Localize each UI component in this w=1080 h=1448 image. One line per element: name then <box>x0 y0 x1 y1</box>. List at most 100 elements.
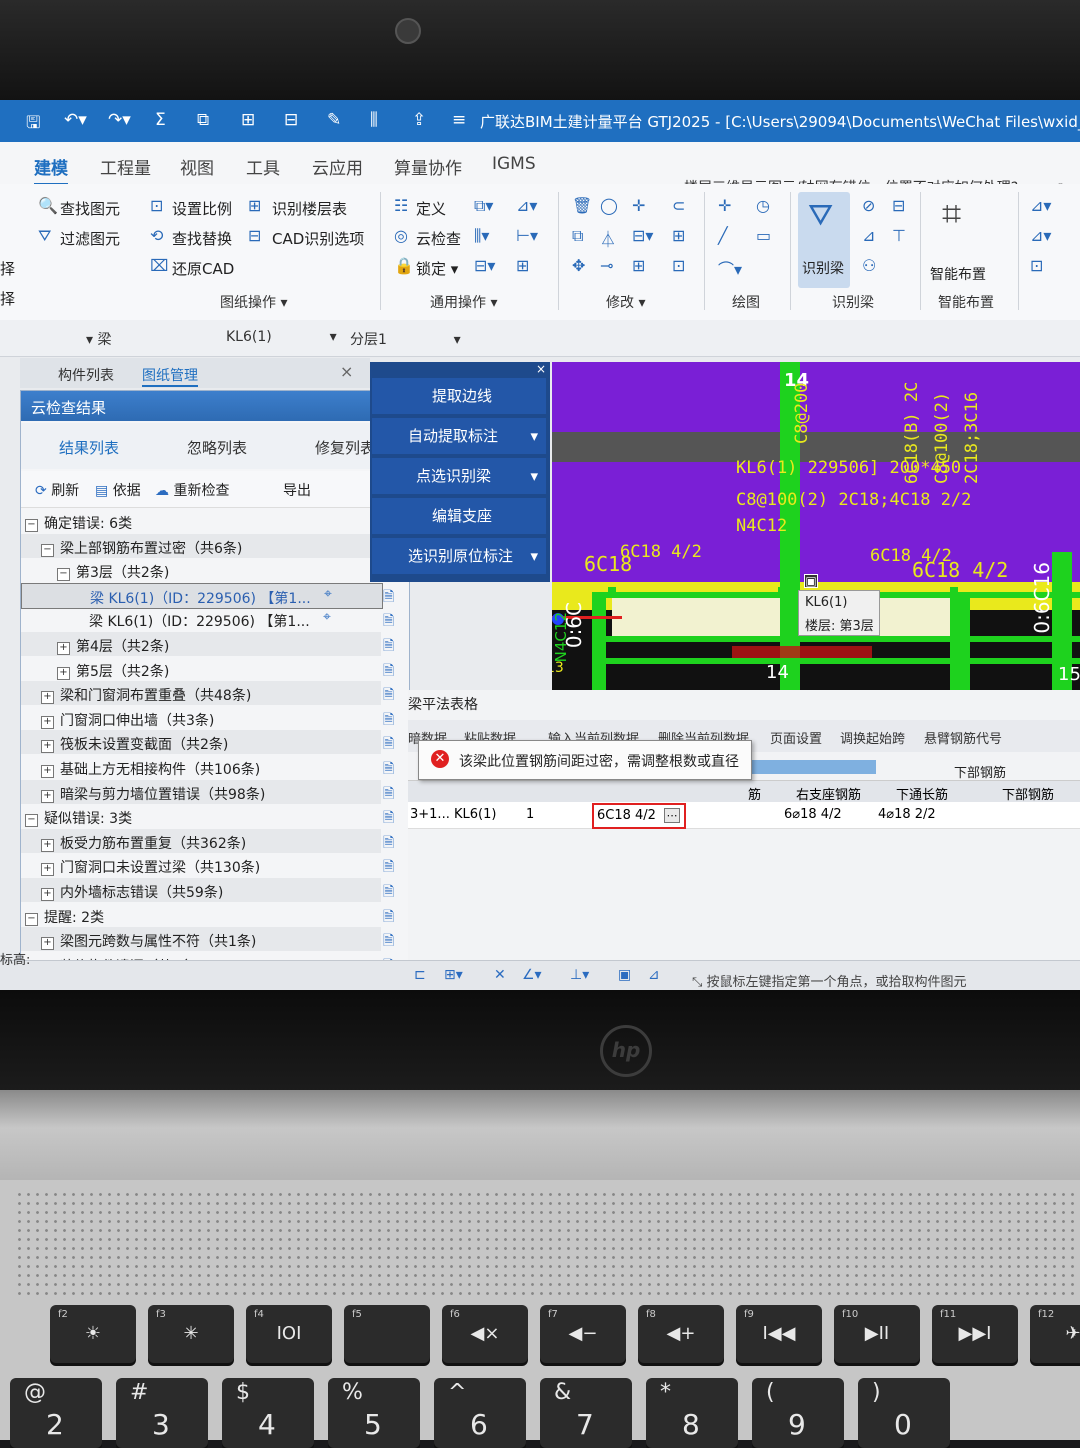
expand-icon[interactable]: + <box>41 765 54 778</box>
recognize-sub-icon[interactable]: ⊘ <box>862 196 875 215</box>
function-key[interactable]: f5 <box>344 1305 430 1363</box>
function-key[interactable]: f8 ◀+ <box>638 1305 724 1363</box>
expand-icon[interactable]: + <box>41 937 54 951</box>
tab-collab[interactable]: 算量协作 <box>394 154 462 179</box>
tree-item[interactable]: − 第3层（共2条) <box>21 558 381 582</box>
expand-icon[interactable]: + <box>41 715 54 729</box>
merge-icon[interactable]: ⊞ <box>632 256 645 275</box>
batch-icon[interactable]: ⊞ <box>516 256 529 275</box>
restore-cad-button[interactable]: 还原CAD <box>172 258 234 279</box>
auto-extract-label-button[interactable]: 自动提取标注 ▾ <box>372 418 546 454</box>
tree-item[interactable]: + 门窗洞口未设置过梁（共130条) <box>21 853 381 877</box>
expand-icon[interactable]: + <box>41 740 54 754</box>
define-button[interactable]: 定义 <box>416 198 446 219</box>
filter-element-button[interactable]: 过滤图元 <box>60 228 120 249</box>
undo-icon[interactable]: ↶▾ <box>64 110 87 130</box>
number-key[interactable]: (9 <box>752 1378 844 1448</box>
ruler-icon[interactable]: ⫼ <box>370 110 378 130</box>
document-icon[interactable]: 🗎 <box>383 635 399 654</box>
number-key[interactable]: @2 <box>10 1378 102 1448</box>
tree-item[interactable]: + 第5层（共2条) <box>21 657 381 681</box>
extend-icon[interactable]: ✛ <box>632 196 645 215</box>
number-key[interactable]: % 5 <box>328 1378 420 1448</box>
find-element-button[interactable]: 查找图元 <box>60 198 120 219</box>
group-smart-layout[interactable]: 智能布置 <box>938 292 994 312</box>
expand-icon[interactable]: + <box>41 838 54 852</box>
type-dropdown[interactable]: ▾ 梁 <box>86 329 111 349</box>
document-icon[interactable]: 🗎 <box>383 733 399 752</box>
move-icon[interactable]: ✥ <box>572 256 585 275</box>
tab-drawing-manage[interactable]: 图纸管理 <box>142 365 198 387</box>
pen-icon[interactable]: ✎ <box>327 110 341 130</box>
expand-icon[interactable]: + <box>41 789 54 803</box>
table-row[interactable]: 3+1... KL6(1) 1 6C18 4/2 ⋯ 6⌀18 4/2 4⌀18… <box>408 802 1080 829</box>
stretch-icon[interactable]: ⊡ <box>672 256 685 275</box>
document-icon[interactable]: 🗎 <box>383 684 399 703</box>
snap-icon[interactable]: ⊞▾ <box>444 967 463 983</box>
close-icon[interactable]: × <box>340 362 353 381</box>
tab-quantity[interactable]: 工程量 <box>100 154 151 179</box>
number-key[interactable]: & 7 <box>540 1378 632 1448</box>
smart-layout-icon[interactable]: ⌗ <box>942 194 961 234</box>
tab-component-list[interactable]: 构件列表 <box>58 365 114 385</box>
find-replace-button[interactable]: 查找替换 <box>172 228 232 249</box>
page-setup-button[interactable]: 页面设置 <box>770 728 822 747</box>
error-cell[interactable]: 6C18 4/2 ⋯ <box>592 803 686 829</box>
tab-ignore-list[interactable]: 忽略列表 <box>187 437 247 458</box>
number-key[interactable]: ) 0 <box>858 1378 950 1448</box>
extra-icon[interactable]: ⊡ <box>1030 256 1043 275</box>
export-icon[interactable]: ⇪ <box>412 110 426 130</box>
document-icon[interactable]: 🗎 <box>383 610 399 629</box>
ortho-icon[interactable]: ⊏ <box>414 967 426 983</box>
number-key[interactable]: $4 <box>222 1378 314 1448</box>
component-dropdown[interactable]: KL6(1) ▾ <box>226 329 337 345</box>
expand-icon[interactable]: + <box>57 666 70 680</box>
recognize-table-icon[interactable]: ⊟ <box>892 196 905 215</box>
cad-options-button[interactable]: CAD识别选项 <box>272 228 364 249</box>
tree-item[interactable]: + 梁和门窗洞布置重叠（共48条) <box>21 681 381 706</box>
collapse-icon[interactable]: − <box>25 912 38 926</box>
document-icon[interactable]: 🗎 <box>383 856 399 875</box>
expand-icon[interactable]: + <box>41 888 54 901</box>
grid-icon[interactable]: ⊞ <box>241 110 255 130</box>
expand-icon[interactable]: + <box>57 642 70 655</box>
function-key[interactable]: f12 ✈ <box>1030 1305 1080 1363</box>
tab-tools[interactable]: 工具 <box>246 154 280 179</box>
delete-icon[interactable]: 🗑 <box>572 196 592 215</box>
tree-item[interactable]: + 内外墙标志错误（共59条) <box>21 878 381 902</box>
function-key[interactable]: f2 ☀ <box>50 1305 136 1363</box>
group-drawing-ops[interactable]: 图纸操作 ▾ <box>220 292 287 312</box>
rotate-icon[interactable]: ◯ <box>600 196 618 215</box>
select-grip-icon[interactable]: ▣ <box>804 574 818 588</box>
function-key[interactable]: f6 ◀× <box>442 1305 528 1363</box>
mirror-icon[interactable]: ⏃ <box>600 226 616 250</box>
clock-icon[interactable]: ◷ <box>756 196 770 215</box>
close-icon[interactable]: × <box>536 362 546 376</box>
number-key[interactable]: ^ 6 <box>434 1378 526 1448</box>
tree-item[interactable]: + 门窗洞口伸出墙（共3条) <box>21 706 381 730</box>
expand-icon[interactable]: + <box>41 863 54 877</box>
basis-button[interactable]: ▤ 依据 <box>95 480 141 500</box>
array-icon[interactable]: ⊞ <box>672 226 685 245</box>
tab-cloud[interactable]: 云应用 <box>312 154 363 179</box>
tab-view[interactable]: 视图 <box>180 154 214 179</box>
sum-icon[interactable]: Σ <box>155 110 166 130</box>
osnap-icon[interactable]: ✕ <box>494 967 506 983</box>
break-icon[interactable]: ⊸ <box>600 256 613 275</box>
document-icon[interactable]: 🗎 <box>383 930 399 949</box>
tree-item[interactable]: + 基础上方无相接构件（共106条) <box>21 755 381 779</box>
function-key[interactable]: f10 ▶II <box>834 1305 920 1363</box>
dynamic-input-icon[interactable]: ▣ <box>618 967 631 983</box>
angle-icon[interactable]: ∠▾ <box>522 967 542 983</box>
tab-fix-list[interactable]: 修复列表 <box>315 437 375 458</box>
support-icon[interactable]: ⊿ <box>862 226 875 245</box>
redo-icon[interactable]: ↷▾ <box>108 110 131 130</box>
smart-layout-button[interactable]: 智能布置 <box>930 264 986 284</box>
group-common-ops[interactable]: 通用操作 ▾ <box>430 292 497 312</box>
number-key[interactable]: #3 <box>116 1378 208 1448</box>
recognize-floor-table-button[interactable]: 识别楼层表 <box>272 198 347 219</box>
cantilever-code-button[interactable]: 悬臂钢筋代号 <box>924 728 1002 747</box>
document-icon[interactable]: 🗎 <box>383 783 399 802</box>
export-button[interactable]: 导出 <box>283 480 311 500</box>
extra-icon[interactable]: ⊿▾ <box>1030 226 1051 245</box>
